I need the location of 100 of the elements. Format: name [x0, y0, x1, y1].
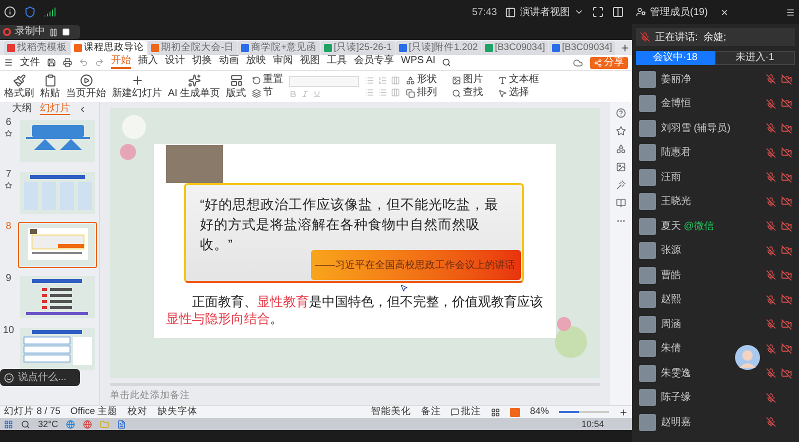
member-row[interactable]: 金博恒 [632, 92, 799, 116]
ribbon-button[interactable]: 查找 [452, 88, 494, 98]
mic-muted-icon[interactable] [766, 344, 776, 354]
camera-off-icon[interactable] [781, 172, 792, 183]
close-icon[interactable] [720, 8, 729, 16]
ribbon-tab[interactable]: 插入 [138, 56, 158, 69]
ribbon-button[interactable]: 节 [252, 88, 284, 98]
menu-icon[interactable] [786, 8, 795, 16]
document-tab[interactable]: [B3C09034] [549, 41, 616, 55]
camera-off-icon[interactable] [781, 343, 792, 354]
star-icon[interactable] [616, 126, 626, 136]
ribbon-button[interactable]: 图片 [452, 75, 494, 85]
ribbon-button[interactable]: 排列 [406, 88, 448, 98]
member-tab[interactable]: 会议中·18 [636, 51, 714, 65]
notes-button[interactable]: 备注 [420, 407, 441, 417]
info-icon[interactable] [4, 6, 16, 18]
camera-off-icon[interactable] [781, 220, 792, 232]
help-icon[interactable] [616, 108, 626, 118]
ribbon-tab[interactable]: 切换 [192, 56, 212, 69]
mic-muted-icon[interactable] [640, 32, 650, 42]
member-row[interactable]: 夏天 @微信 [632, 214, 799, 238]
document-tab[interactable]: 商学院+意见函 [238, 41, 320, 55]
fullscreen-icon[interactable] [592, 6, 604, 18]
undo-icon[interactable] [79, 58, 88, 67]
search-icon[interactable] [442, 58, 452, 67]
member-row[interactable]: 赵明嘉 [632, 410, 799, 434]
comments-button[interactable]: 批注 [450, 407, 481, 417]
mic-muted-icon[interactable] [766, 246, 776, 256]
cloud-icon[interactable] [573, 58, 583, 68]
document-tab[interactable]: [B3C09034] [482, 41, 548, 55]
camera-off-icon[interactable] [781, 318, 792, 330]
print-icon[interactable] [63, 58, 72, 67]
menu-icon[interactable] [4, 58, 13, 67]
ribbon-tab[interactable]: 设计 [165, 56, 185, 69]
collapse-icon[interactable] [78, 104, 87, 114]
member-row[interactable]: 曹皓 [632, 263, 799, 288]
shield-icon[interactable] [24, 6, 36, 18]
layout-icon[interactable] [612, 6, 624, 18]
ribbon-button[interactable]: 新建幻灯片 [112, 74, 162, 99]
document-tab[interactable]: 课程思政导论 [71, 41, 147, 55]
camera-off-icon[interactable] [781, 245, 792, 256]
notes-field[interactable]: 单击此处添加备注 [110, 389, 600, 404]
pause-icon[interactable] [49, 28, 58, 36]
mic-muted-icon[interactable] [766, 319, 776, 330]
camera-off-icon[interactable] [781, 294, 792, 306]
book-icon[interactable] [616, 198, 626, 208]
mic-muted-icon[interactable] [766, 392, 776, 403]
member-row[interactable]: 王晓光 [632, 190, 799, 214]
document-tab[interactable]: 期初全院大会-日 [148, 41, 238, 55]
comment-input[interactable]: 说点什么... [18, 370, 68, 385]
mic-muted-icon[interactable] [766, 148, 776, 158]
mic-muted-icon[interactable] [766, 221, 776, 232]
ribbon-button[interactable]: 重置 [252, 75, 284, 85]
save-icon[interactable] [47, 58, 56, 67]
ribbon-tab[interactable]: 视图 [300, 56, 320, 69]
ribbon-tab[interactable]: WPS AI [401, 56, 436, 69]
mic-muted-icon[interactable] [766, 196, 776, 207]
mic-muted-icon[interactable] [766, 98, 776, 109]
shapes-icon[interactable] [616, 144, 626, 154]
ribbon-tab[interactable]: 工具 [327, 56, 347, 69]
member-row[interactable]: 陆惠君 [632, 140, 799, 165]
document-tab[interactable]: [只读]25-26-1 [320, 41, 395, 55]
comment-bar[interactable]: 说点什么... [0, 369, 80, 386]
member-row[interactable]: 陈子缘 [632, 386, 799, 410]
member-row[interactable]: 张源 [632, 238, 799, 263]
new-tab-icon[interactable] [620, 43, 630, 53]
grid-view-icon[interactable] [490, 408, 500, 416]
mic-muted-icon[interactable] [766, 417, 776, 428]
pane-tab[interactable]: 大纲 [12, 104, 32, 114]
ribbon-tab[interactable]: 放映 [246, 56, 266, 69]
member-row[interactable]: 汪雨 [632, 165, 799, 190]
zoom-in-icon[interactable] [619, 408, 628, 416]
member-row[interactable]: 姜丽净 [632, 67, 799, 92]
ribbon-button[interactable]: AI 生成单页 [168, 74, 220, 99]
stop-icon[interactable] [62, 28, 70, 36]
camera-off-icon[interactable] [781, 74, 792, 85]
document-icon[interactable] [117, 420, 126, 428]
mic-muted-icon[interactable] [766, 368, 776, 378]
camera-off-icon[interactable] [781, 270, 792, 281]
browser-icon[interactable] [83, 420, 92, 428]
ribbon-button[interactable]: 格式刷 [4, 74, 34, 99]
mic-muted-icon[interactable] [766, 74, 776, 84]
weather-text[interactable]: 32°C [38, 420, 58, 428]
redo-icon[interactable] [95, 58, 104, 67]
member-row[interactable]: 赵熙 [632, 288, 799, 312]
ribbon-tab[interactable]: 会员专享 [354, 56, 394, 69]
member-tab[interactable]: 未进入·1 [714, 51, 795, 65]
presenter-view-button[interactable]: 演讲者视图 [505, 4, 584, 20]
windows-icon[interactable] [4, 420, 13, 428]
wand-icon[interactable] [616, 180, 626, 190]
ribbon-button[interactable]: 当页开始 [66, 74, 106, 99]
play-slideshow-icon[interactable] [510, 408, 520, 416]
member-row[interactable]: 刘羽雪 (辅导员) [632, 116, 799, 140]
ribbon-tab[interactable]: 审阅 [273, 56, 293, 69]
ribbon-button[interactable]: 文本框 [498, 75, 540, 85]
member-row[interactable]: 周涵 [632, 312, 799, 336]
ribbon-button[interactable]: 选择 [498, 88, 540, 98]
file-menu[interactable]: 文件 [20, 58, 40, 68]
mic-muted-icon[interactable] [766, 123, 776, 134]
image-icon[interactable] [616, 162, 626, 172]
